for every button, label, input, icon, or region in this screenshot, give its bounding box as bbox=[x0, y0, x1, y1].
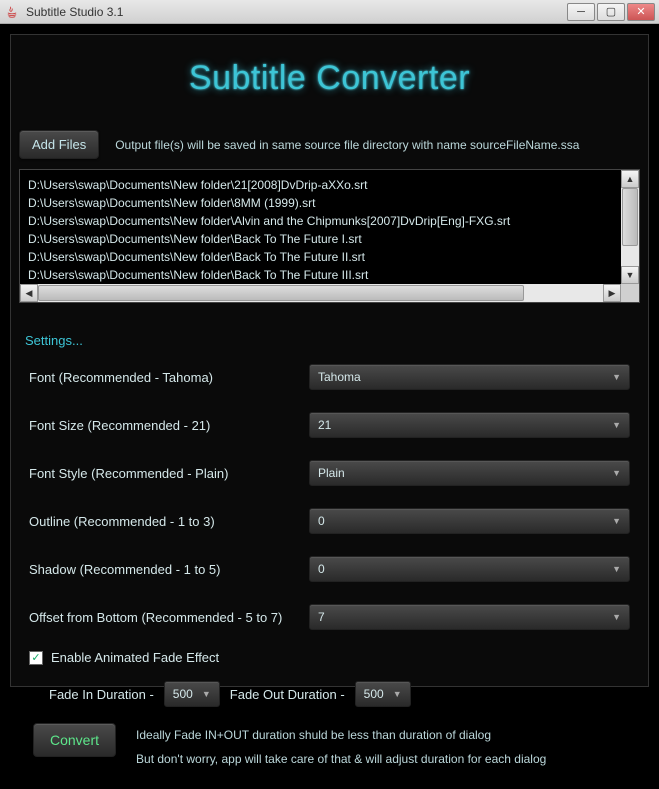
file-item[interactable]: D:\Users\swap\Documents\New folder\21[20… bbox=[28, 176, 631, 194]
file-item[interactable]: D:\Users\swap\Documents\New folder\Back … bbox=[28, 266, 631, 284]
file-item[interactable]: D:\Users\swap\Documents\New folder\8MM (… bbox=[28, 194, 631, 212]
app-title: Subtitle Converter bbox=[11, 35, 648, 126]
fade-in-label: Fade In Duration - bbox=[49, 687, 154, 702]
chevron-down-icon: ▼ bbox=[393, 689, 402, 699]
close-button[interactable]: ✕ bbox=[627, 3, 655, 21]
chevron-down-icon: ▼ bbox=[612, 468, 621, 478]
file-item[interactable]: D:\Users\swap\Documents\New folder\Alvin… bbox=[28, 212, 631, 230]
chevron-down-icon: ▼ bbox=[202, 689, 211, 699]
vertical-scrollbar[interactable]: ▲ ▼ bbox=[621, 170, 639, 284]
font-style-label: Font Style (Recommended - Plain) bbox=[29, 466, 309, 481]
file-item[interactable]: D:\Users\swap\Documents\New folder\Back … bbox=[28, 230, 631, 248]
font-size-select[interactable]: 21 ▼ bbox=[309, 412, 630, 438]
chevron-down-icon: ▼ bbox=[612, 516, 621, 526]
scroll-left-icon[interactable]: ◀ bbox=[20, 284, 38, 302]
chevron-down-icon: ▼ bbox=[612, 612, 621, 622]
enable-fade-checkbox[interactable]: ✓ bbox=[29, 651, 43, 665]
enable-fade-label: Enable Animated Fade Effect bbox=[51, 650, 219, 665]
minimize-button[interactable]: ─ bbox=[567, 3, 595, 21]
shadow-select[interactable]: 0 ▼ bbox=[309, 556, 630, 582]
scroll-corner bbox=[621, 284, 639, 302]
font-size-label: Font Size (Recommended - 21) bbox=[29, 418, 309, 433]
scroll-up-icon[interactable]: ▲ bbox=[621, 170, 639, 188]
scroll-right-icon[interactable]: ▶ bbox=[603, 284, 621, 302]
outline-select[interactable]: 0 ▼ bbox=[309, 508, 630, 534]
offset-label: Offset from Bottom (Recommended - 5 to 7… bbox=[29, 610, 309, 625]
horizontal-scrollbar[interactable]: ◀ ▶ bbox=[20, 284, 621, 302]
shadow-label: Shadow (Recommended - 1 to 5) bbox=[29, 562, 309, 577]
fade-in-select[interactable]: 500 ▼ bbox=[164, 681, 220, 707]
font-style-select[interactable]: Plain ▼ bbox=[309, 460, 630, 486]
fade-out-select[interactable]: 500 ▼ bbox=[355, 681, 411, 707]
file-list[interactable]: D:\Users\swap\Documents\New folder\21[20… bbox=[19, 169, 640, 303]
offset-select[interactable]: 7 ▼ bbox=[309, 604, 630, 630]
chevron-down-icon: ▼ bbox=[612, 372, 621, 382]
scroll-down-icon[interactable]: ▼ bbox=[621, 266, 639, 284]
output-hint: Output file(s) will be saved in same sou… bbox=[115, 138, 579, 152]
title-bar: Subtitle Studio 3.1 ─ ▢ ✕ bbox=[0, 0, 659, 24]
chevron-down-icon: ▼ bbox=[612, 420, 621, 430]
file-item[interactable]: D:\Users\swap\Documents\New folder\Back … bbox=[28, 248, 631, 266]
fade-out-label: Fade Out Duration - bbox=[230, 687, 345, 702]
settings-title: Settings... bbox=[19, 329, 640, 360]
outline-label: Outline (Recommended - 1 to 3) bbox=[29, 514, 309, 529]
java-icon bbox=[4, 4, 20, 20]
fade-hint-1: Ideally Fade IN+OUT duration shuld be le… bbox=[136, 723, 630, 747]
window-title: Subtitle Studio 3.1 bbox=[26, 5, 123, 19]
scroll-thumb[interactable] bbox=[622, 188, 638, 246]
font-select[interactable]: Tahoma ▼ bbox=[309, 364, 630, 390]
fade-hint-2: But don't worry, app will take care of t… bbox=[136, 747, 630, 771]
convert-button[interactable]: Convert bbox=[33, 723, 116, 757]
font-label: Font (Recommended - Tahoma) bbox=[29, 370, 309, 385]
maximize-button[interactable]: ▢ bbox=[597, 3, 625, 21]
add-files-button[interactable]: Add Files bbox=[19, 130, 99, 159]
chevron-down-icon: ▼ bbox=[612, 564, 621, 574]
scroll-thumb[interactable] bbox=[38, 285, 524, 301]
